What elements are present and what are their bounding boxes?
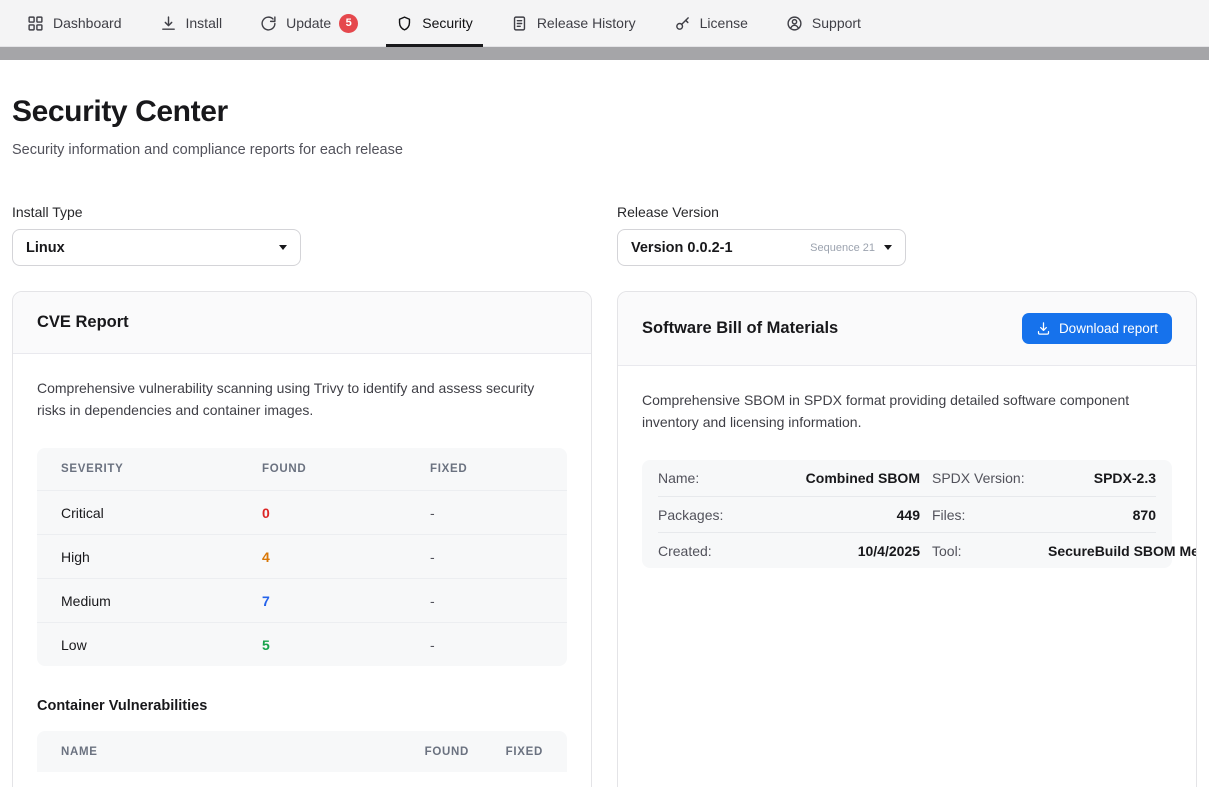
- sbom-body: Comprehensive SBOM in SPDX format provid…: [618, 366, 1196, 592]
- chevron-down-icon: [884, 245, 892, 250]
- column-header-found: FOUND: [262, 463, 430, 475]
- detail-label: Tool:: [932, 543, 1036, 559]
- release-version-value: Version 0.0.2-1: [631, 240, 733, 256]
- filters-row: Install Type Linux Release Version Versi…: [12, 204, 1197, 266]
- nav-item-install[interactable]: Install: [150, 0, 233, 46]
- table-row-high: High 4 -: [37, 534, 567, 578]
- install-type-value: Linux: [26, 240, 65, 256]
- install-type-label: Install Type: [12, 204, 301, 220]
- detail-label: Created:: [658, 543, 736, 559]
- cve-report-body: Comprehensive vulnerability scanning usi…: [13, 354, 591, 787]
- column-header-severity: SEVERITY: [61, 463, 262, 475]
- found-count: 0: [262, 505, 430, 521]
- column-header-name: NAME: [61, 746, 379, 758]
- sbom-card: Software Bill of Materials Download repo…: [617, 291, 1197, 787]
- found-count: 5: [262, 637, 430, 653]
- download-icon: [160, 15, 177, 32]
- detail-label: Files:: [932, 507, 1036, 523]
- cve-report-card: CVE Report Comprehensive vulnerability s…: [12, 291, 592, 787]
- sbom-description: Comprehensive SBOM in SPDX format provid…: [642, 390, 1167, 433]
- detail-row-packages: Packages: 449 Files: 870: [658, 496, 1156, 532]
- nav-item-label: Install: [186, 15, 223, 31]
- release-version-filter: Release Version Version 0.0.2-1 Sequence…: [617, 204, 906, 266]
- severity-label: High: [61, 549, 262, 565]
- detail-row-name: Name: Combined SBOM SPDX Version: SPDX-2…: [658, 460, 1156, 496]
- nav-item-label: Release History: [537, 15, 636, 31]
- nav-item-label: License: [700, 15, 748, 31]
- main-content: Security Center Security information and…: [0, 60, 1209, 787]
- severity-label: Critical: [61, 505, 262, 521]
- severity-table-header: SEVERITY FOUND FIXED: [37, 448, 567, 490]
- install-type-select[interactable]: Linux: [12, 229, 301, 266]
- page-title: Security Center: [12, 95, 1197, 129]
- nav-item-label: Security: [422, 15, 473, 31]
- top-navigation: Dashboard Install Update 5 Security Rele…: [0, 0, 1209, 47]
- nav-item-label: Dashboard: [53, 15, 122, 31]
- separator-band: [0, 47, 1209, 60]
- shield-icon: [396, 15, 413, 32]
- detail-value: Combined SBOM: [748, 470, 920, 486]
- detail-row-created: Created: 10/4/2025 Tool: SecureBuild SBO…: [658, 532, 1156, 568]
- found-count: 7: [262, 593, 430, 609]
- sbom-details-panel: Name: Combined SBOM SPDX Version: SPDX-2…: [642, 460, 1172, 568]
- detail-value: 870: [1048, 507, 1156, 523]
- detail-value: SPDX-2.3: [1048, 470, 1156, 486]
- grid-icon: [27, 15, 44, 32]
- detail-label: Name:: [658, 470, 736, 486]
- container-table-header: NAME FOUND FIXED: [37, 731, 567, 772]
- sbom-title: Software Bill of Materials: [642, 319, 838, 338]
- detail-value: SecureBuild SBOM Merger: [1048, 543, 1197, 559]
- user-circle-icon: [786, 15, 803, 32]
- sequence-meta: Sequence 21: [810, 242, 875, 254]
- nav-item-security[interactable]: Security: [386, 0, 483, 46]
- release-version-select[interactable]: Version 0.0.2-1 Sequence 21: [617, 229, 906, 266]
- nav-item-label: Support: [812, 15, 861, 31]
- severity-label: Low: [61, 637, 262, 653]
- column-header-found: FOUND: [379, 746, 469, 758]
- detail-label: SPDX Version:: [932, 470, 1036, 486]
- container-vulnerabilities-title: Container Vulnerabilities: [37, 698, 567, 714]
- refresh-icon: [260, 15, 277, 32]
- nav-item-update[interactable]: Update 5: [250, 0, 368, 46]
- column-header-fixed: FIXED: [469, 746, 543, 758]
- nav-item-label: Update: [286, 15, 331, 31]
- table-row-critical: Critical 0 -: [37, 490, 567, 534]
- sbom-header: Software Bill of Materials Download repo…: [618, 292, 1196, 366]
- fixed-count: -: [430, 505, 543, 521]
- severity-label: Medium: [61, 593, 262, 609]
- cve-report-title: CVE Report: [37, 313, 129, 332]
- key-icon: [674, 15, 691, 32]
- nav-item-license[interactable]: License: [664, 0, 758, 46]
- download-icon: [1036, 321, 1051, 336]
- nav-item-release-history[interactable]: Release History: [501, 0, 646, 46]
- severity-table: SEVERITY FOUND FIXED Critical 0 - High 4…: [37, 448, 567, 666]
- nav-item-support[interactable]: Support: [776, 0, 871, 46]
- detail-label: Packages:: [658, 507, 736, 523]
- cve-report-header: CVE Report: [13, 292, 591, 354]
- download-report-button[interactable]: Download report: [1022, 313, 1172, 344]
- fixed-count: -: [430, 637, 543, 653]
- detail-value: 10/4/2025: [748, 543, 920, 559]
- fixed-count: -: [430, 549, 543, 565]
- fixed-count: -: [430, 593, 543, 609]
- cards-row: CVE Report Comprehensive vulnerability s…: [12, 291, 1197, 787]
- detail-value: 449: [748, 507, 920, 523]
- release-version-label: Release Version: [617, 204, 906, 220]
- found-count: 4: [262, 549, 430, 565]
- cve-report-description: Comprehensive vulnerability scanning usi…: [37, 378, 562, 421]
- document-icon: [511, 15, 528, 32]
- column-header-fixed: FIXED: [430, 463, 543, 475]
- install-type-filter: Install Type Linux: [12, 204, 301, 266]
- chevron-down-icon: [279, 245, 287, 250]
- page-subtitle: Security information and compliance repo…: [12, 142, 1197, 158]
- table-row-low: Low 5 -: [37, 622, 567, 666]
- table-row-medium: Medium 7 -: [37, 578, 567, 622]
- nav-item-dashboard[interactable]: Dashboard: [17, 0, 132, 46]
- download-report-label: Download report: [1059, 321, 1158, 336]
- update-count-badge: 5: [339, 14, 358, 33]
